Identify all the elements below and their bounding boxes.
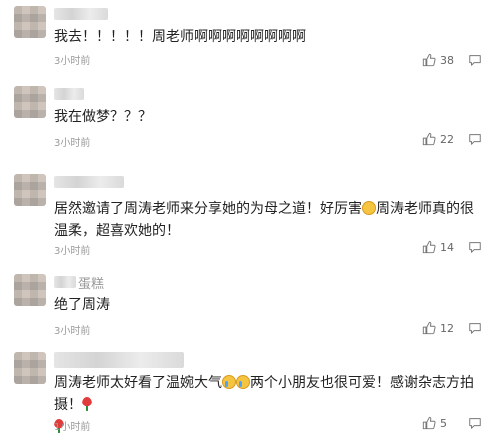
thumbs-up-icon[interactable]	[422, 321, 436, 335]
comment-actions: 14	[422, 238, 482, 256]
like-count: 5	[440, 416, 447, 430]
like-count: 22	[440, 132, 454, 146]
avatar[interactable]	[14, 274, 46, 306]
thumbs-up-icon[interactable]	[422, 240, 436, 254]
chat-bubble-icon[interactable]	[468, 416, 482, 430]
username-blurred[interactable]	[54, 8, 108, 20]
emoji-face-icon	[362, 201, 376, 215]
comment-time: 3小时前	[54, 138, 91, 149]
avatar[interactable]	[14, 174, 46, 206]
chat-bubble-icon[interactable]	[468, 53, 482, 67]
comment-text: 我去！！！！！周老师啊啊啊啊啊啊啊啊	[54, 29, 306, 45]
chat-bubble-icon[interactable]	[468, 240, 482, 254]
username-blurred[interactable]	[54, 176, 124, 188]
comment-actions: 5	[422, 414, 482, 432]
comment-item: 我去！！！！！周老师啊啊啊啊啊啊啊啊 3小时前 38	[0, 0, 494, 88]
avatar[interactable]	[14, 352, 46, 384]
comment-text: 居然邀请了周涛老师来分享她的为母之道！好厉害 周涛老师真的很温柔，超喜欢她的！	[54, 198, 480, 242]
thumbs-up-icon[interactable]	[422, 416, 436, 430]
username[interactable]: 蛋糕	[78, 273, 104, 292]
like-count: 38	[440, 53, 454, 67]
emoji-cry-icon	[236, 375, 250, 389]
comment-time: 3小时前	[54, 326, 91, 337]
like-count: 14	[440, 240, 454, 254]
rose-icon	[82, 397, 92, 411]
comment-text: 周涛老师太好看了温婉大气 两个小朋友也很可爱！感谢杂志方拍摄！	[54, 372, 480, 438]
thumbs-up-icon[interactable]	[422, 132, 436, 146]
comment-actions: 22	[422, 130, 482, 148]
comment-item: 居然邀请了周涛老师来分享她的为母之道！好厉害 周涛老师真的很温柔，超喜欢她的！ 3…	[0, 168, 494, 260]
chat-bubble-icon[interactable]	[468, 321, 482, 335]
like-count: 12	[440, 321, 454, 335]
username-blurred[interactable]	[54, 88, 84, 100]
comment-text-part: 居然邀请了周涛老师来分享她的为母之道！好厉害	[54, 201, 362, 217]
username-blurred[interactable]	[54, 352, 184, 368]
comment-item: 我在做梦？？？ 3小时前 22	[0, 80, 494, 160]
emoji-cry-icon	[222, 375, 236, 389]
comment-actions: 12	[422, 319, 482, 337]
comment-text: 我在做梦？？？	[54, 109, 152, 125]
username-blurred[interactable]	[54, 276, 76, 288]
comment-time: 3小时前	[54, 56, 91, 67]
avatar[interactable]	[14, 86, 46, 118]
avatar[interactable]	[14, 6, 46, 38]
comment-time: 1小时前	[54, 422, 91, 433]
comment-time: 3小时前	[54, 246, 91, 257]
comment-item: 周涛老师太好看了温婉大气 两个小朋友也很可爱！感谢杂志方拍摄！ 1小时前 5	[0, 346, 494, 434]
comment-item: 蛋糕 绝了周涛 3小时前 12	[0, 268, 494, 344]
comment-text: 绝了周涛	[54, 297, 110, 313]
chat-bubble-icon[interactable]	[468, 132, 482, 146]
comment-text-part: 周涛老师太好看了温婉大气	[54, 375, 222, 391]
comment-actions: 38	[422, 51, 482, 69]
thumbs-up-icon[interactable]	[422, 53, 436, 67]
